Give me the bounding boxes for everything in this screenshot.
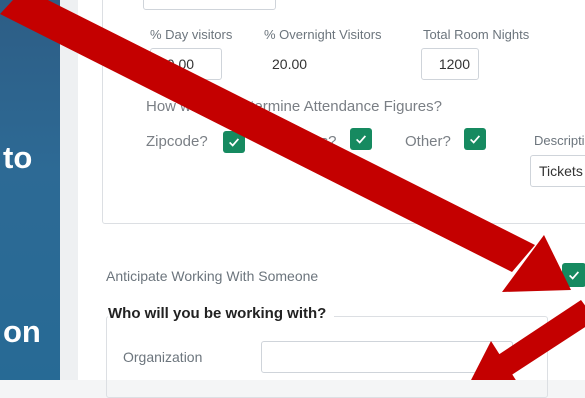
- form-panel: % Day visitors 80.00 % Overnight Visitor…: [78, 0, 585, 398]
- other-checkbox[interactable]: [464, 128, 486, 150]
- organization-label: Organization: [123, 349, 203, 365]
- description-label: Description: [534, 133, 585, 148]
- room-nights-label: Total Room Nights: [423, 27, 530, 42]
- partner-legend: Who will you be working with?: [108, 305, 335, 322]
- sidebar-text-fragment: on: [3, 314, 41, 349]
- check-icon: [470, 135, 481, 144]
- surveys-label: Surveys?: [274, 133, 337, 150]
- zipcode-label: Zipcode?: [146, 133, 208, 150]
- top-input[interactable]: [143, 0, 276, 10]
- room-nights-input[interactable]: 1200: [421, 48, 479, 80]
- zipcode-checkbox[interactable]: [223, 131, 245, 153]
- sidebar: to on: [0, 0, 60, 380]
- check-icon: [229, 138, 240, 147]
- check-icon: [356, 135, 367, 144]
- other-label: Other?: [405, 133, 451, 150]
- description-input[interactable]: Tickets: [530, 155, 585, 187]
- sidebar-text-fragment: to: [3, 140, 33, 175]
- anticipate-checkbox[interactable]: [562, 263, 585, 287]
- surveys-checkbox[interactable]: [350, 128, 372, 150]
- gutter: [60, 0, 78, 380]
- overnight-visitors-label: % Overnight Visitors: [264, 27, 382, 42]
- anticipate-label: Anticipate Working With Someone: [106, 268, 319, 284]
- overnight-visitors-value: 20.00: [272, 56, 308, 72]
- day-visitors-input[interactable]: 80.00: [150, 48, 222, 80]
- check-icon: [569, 271, 580, 280]
- day-visitors-label: % Day visitors: [150, 27, 233, 42]
- attendance-question: How will you determine Attendance Figure…: [146, 98, 442, 115]
- organization-input[interactable]: [261, 341, 513, 373]
